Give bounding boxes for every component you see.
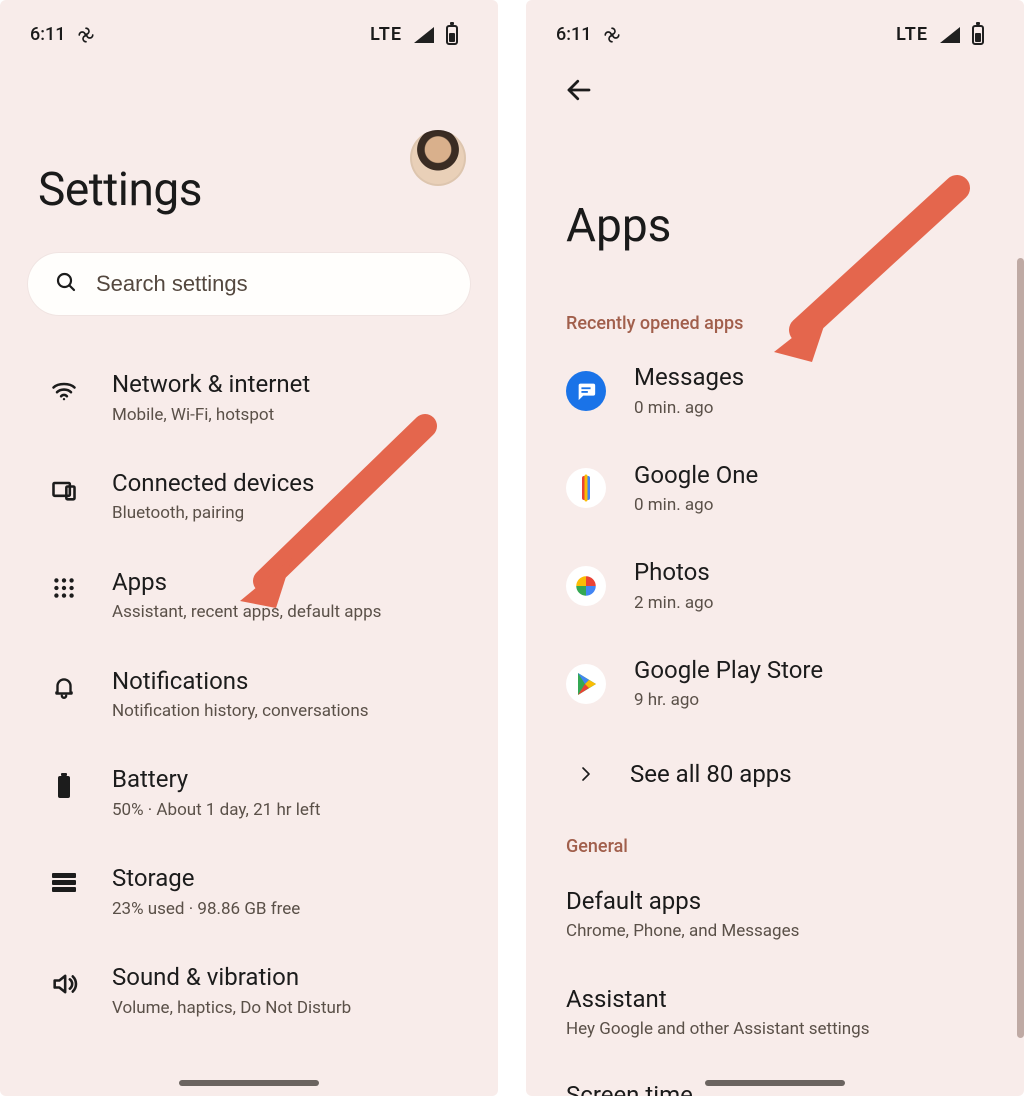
item-sub: 50% · About 1 day, 21 hr left bbox=[112, 800, 470, 821]
signal-icon bbox=[940, 27, 960, 43]
item-screen-time-cutoff[interactable]: Screen time bbox=[526, 1061, 1024, 1096]
item-sub: Bluetooth, pairing bbox=[112, 503, 470, 524]
app-label: Messages bbox=[634, 364, 744, 392]
chevron-right-icon bbox=[574, 765, 598, 783]
play-store-app-icon bbox=[566, 664, 606, 704]
item-label: Notifications bbox=[112, 668, 470, 696]
bell-icon bbox=[46, 668, 82, 700]
photos-app-icon bbox=[566, 566, 606, 606]
settings-list: Network & internet Mobile, Wi-Fi, hotspo… bbox=[0, 343, 498, 1047]
battery-icon bbox=[446, 25, 458, 45]
search-icon bbox=[54, 270, 78, 298]
app-messages[interactable]: Messages 0 min. ago bbox=[526, 342, 1024, 440]
pinwheel-icon bbox=[77, 26, 95, 44]
item-assistant[interactable]: Assistant Hey Google and other Assistant… bbox=[526, 963, 1024, 1061]
devices-icon bbox=[46, 470, 82, 504]
app-label: Google One bbox=[634, 462, 758, 490]
item-default-apps[interactable]: Default apps Chrome, Phone, and Messages bbox=[526, 865, 1024, 963]
app-label: Photos bbox=[634, 559, 713, 587]
section-general-header: General bbox=[526, 816, 1024, 865]
gen-sub: Hey Google and other Assistant settings bbox=[566, 1019, 984, 1039]
gesture-nav-bar[interactable] bbox=[705, 1080, 845, 1086]
item-label: Sound & vibration bbox=[112, 964, 470, 992]
gen-label: Assistant bbox=[566, 985, 984, 1013]
scrollbar[interactable] bbox=[1017, 258, 1024, 1038]
item-sound-vibration[interactable]: Sound & vibration Volume, haptics, Do No… bbox=[0, 942, 498, 1041]
network-label: LTE bbox=[370, 24, 402, 45]
see-all-apps[interactable]: See all 80 apps bbox=[526, 732, 1024, 816]
item-storage[interactable]: Storage 23% used · 98.86 GB free bbox=[0, 843, 498, 942]
signal-icon bbox=[414, 27, 434, 43]
network-label: LTE bbox=[896, 24, 928, 45]
settings-screen: 6:11 LTE Settings Network & internet Mob… bbox=[0, 0, 498, 1096]
google-one-app-icon bbox=[566, 468, 606, 508]
apps-screen: 6:11 LTE Apps Recently opened apps Messa… bbox=[526, 0, 1024, 1096]
item-notifications[interactable]: Notifications Notification history, conv… bbox=[0, 646, 498, 745]
status-time: 6:11 bbox=[556, 24, 591, 45]
battery-icon bbox=[972, 25, 984, 45]
profile-avatar[interactable] bbox=[410, 130, 466, 186]
battery-icon-full bbox=[46, 766, 82, 800]
status-time: 6:11 bbox=[30, 24, 65, 45]
pinwheel-icon bbox=[603, 26, 621, 44]
item-apps[interactable]: Apps Assistant, recent apps, default app… bbox=[0, 547, 498, 646]
section-recent-header: Recently opened apps bbox=[526, 293, 1024, 342]
see-all-label: See all 80 apps bbox=[630, 760, 792, 788]
app-sub: 9 hr. ago bbox=[634, 690, 823, 710]
messages-app-icon bbox=[566, 371, 606, 411]
app-google-one[interactable]: Google One 0 min. ago bbox=[526, 440, 1024, 538]
item-label: Apps bbox=[112, 569, 470, 597]
gen-label: Default apps bbox=[566, 887, 984, 915]
app-photos[interactable]: Photos 2 min. ago bbox=[526, 537, 1024, 635]
item-label: Network & internet bbox=[112, 371, 470, 399]
item-label: Battery bbox=[112, 766, 470, 794]
item-connected-devices[interactable]: Connected devices Bluetooth, pairing bbox=[0, 448, 498, 547]
storage-icon bbox=[46, 865, 82, 893]
item-sub: Volume, haptics, Do Not Disturb bbox=[112, 998, 470, 1019]
speaker-icon bbox=[46, 964, 82, 998]
back-button[interactable] bbox=[560, 71, 598, 109]
wifi-icon bbox=[46, 371, 82, 405]
app-sub: 0 min. ago bbox=[634, 495, 758, 515]
app-sub: 0 min. ago bbox=[634, 398, 744, 418]
item-label: Storage bbox=[112, 865, 470, 893]
item-label: Connected devices bbox=[112, 470, 470, 498]
app-sub: 2 min. ago bbox=[634, 593, 713, 613]
item-sub: Assistant, recent apps, default apps bbox=[112, 602, 470, 623]
app-play-store[interactable]: Google Play Store 9 hr. ago bbox=[526, 635, 1024, 733]
page-title: Apps bbox=[526, 109, 1024, 293]
item-sub: Mobile, Wi-Fi, hotspot bbox=[112, 405, 470, 426]
status-bar: 6:11 LTE bbox=[0, 0, 498, 53]
item-network-internet[interactable]: Network & internet Mobile, Wi-Fi, hotspo… bbox=[0, 349, 498, 448]
apps-grid-icon bbox=[46, 569, 82, 601]
search-settings[interactable] bbox=[28, 253, 470, 315]
item-battery[interactable]: Battery 50% · About 1 day, 21 hr left bbox=[0, 744, 498, 843]
gesture-nav-bar[interactable] bbox=[179, 1080, 319, 1086]
search-input[interactable] bbox=[96, 271, 444, 297]
gen-sub: Chrome, Phone, and Messages bbox=[566, 921, 984, 941]
item-sub: Notification history, conversations bbox=[112, 701, 470, 722]
status-bar: 6:11 LTE bbox=[526, 0, 1024, 53]
item-sub: 23% used · 98.86 GB free bbox=[112, 899, 470, 920]
app-label: Google Play Store bbox=[634, 657, 823, 685]
